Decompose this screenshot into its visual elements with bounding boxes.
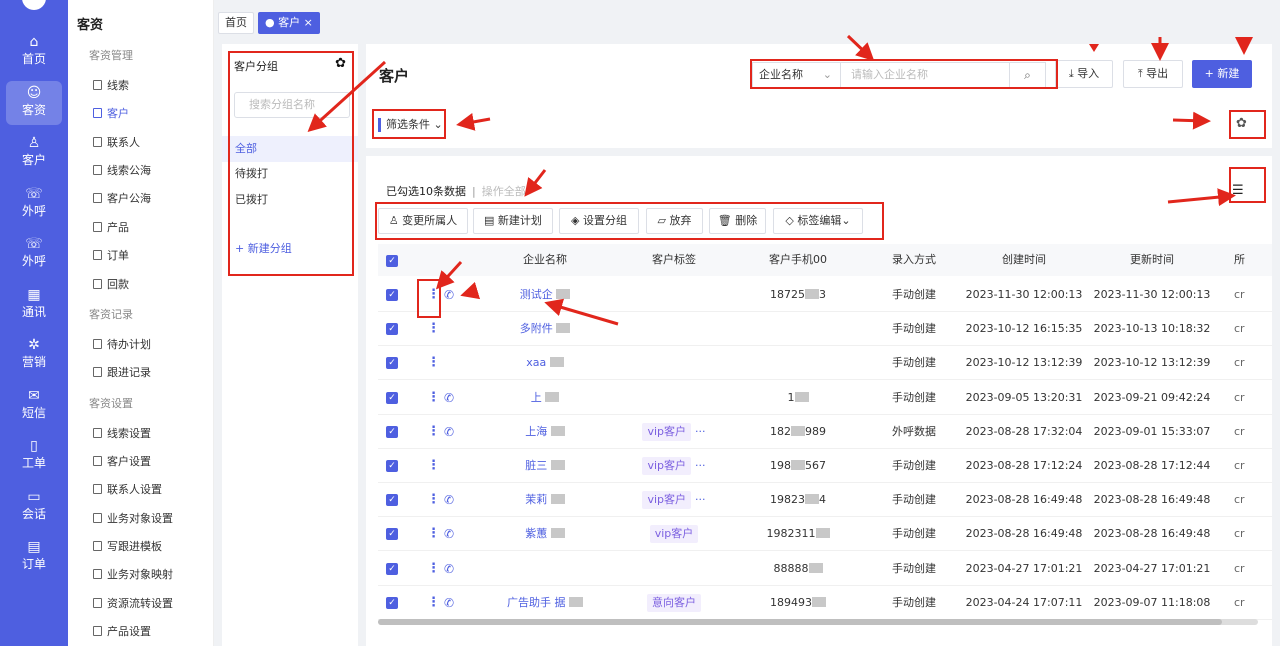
annotation-arrows bbox=[307, 34, 1253, 326]
